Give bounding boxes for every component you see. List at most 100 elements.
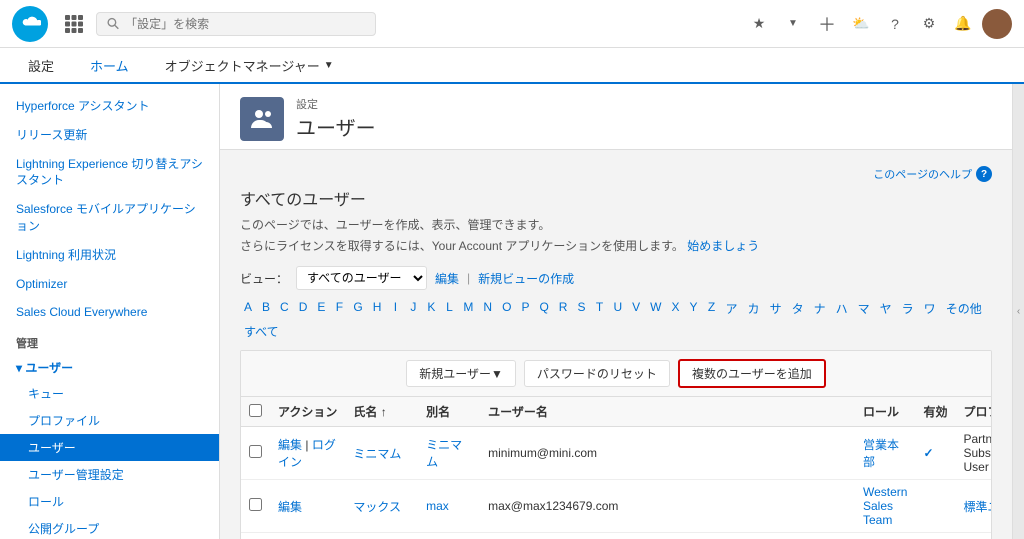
sub-nav-object-manager[interactable]: オブジェクトマネージャー ▼ xyxy=(149,48,350,84)
add-multiple-users-button[interactable]: 複数のユーザーを追加 xyxy=(678,359,826,388)
alpha-letter[interactable]: ワ xyxy=(920,298,940,319)
sidebar-item-hyperforce[interactable]: Hyperforce アシスタント xyxy=(0,92,219,121)
sidebar-child-users[interactable]: ユーザー xyxy=(0,434,219,461)
help-icon[interactable]: ? xyxy=(880,9,910,39)
row-checkbox[interactable] xyxy=(249,498,262,511)
row-name: ミニマム xyxy=(345,427,418,480)
action-link[interactable]: 編集 xyxy=(278,500,302,514)
alpha-letter[interactable]: ハ xyxy=(832,298,852,319)
alpha-letter[interactable]: O xyxy=(498,298,515,319)
alpha-letter[interactable]: V xyxy=(628,298,644,319)
notifications-icon[interactable]: 🔔 xyxy=(948,9,978,39)
sidebar-child-user-mgmt[interactable]: ユーザー管理設定 xyxy=(0,461,219,488)
alpha-letter[interactable]: サ xyxy=(766,298,786,319)
start-link[interactable]: 始めましょう xyxy=(687,239,759,253)
view-select[interactable]: すべてのユーザー xyxy=(296,266,427,290)
profile-link[interactable]: 標準ユーザー xyxy=(963,500,992,514)
row-action[interactable]: 編集 xyxy=(270,533,345,539)
alias-link[interactable]: max xyxy=(426,499,449,513)
alpha-letter[interactable]: K xyxy=(423,298,439,319)
alpha-letter[interactable]: J xyxy=(405,298,421,319)
alpha-letter[interactable]: H xyxy=(369,298,386,319)
salesforce-logo[interactable] xyxy=(12,6,48,42)
search-input[interactable] xyxy=(125,17,365,31)
row-action[interactable]: 編集 | ログイン xyxy=(270,427,345,480)
row-role: 営業本部 xyxy=(855,427,915,480)
alpha-letter[interactable]: B xyxy=(258,298,274,319)
alpha-letter[interactable]: G xyxy=(349,298,366,319)
sidebar-item-release[interactable]: リリース更新 xyxy=(0,121,219,150)
settings-icon[interactable]: ⚙ xyxy=(914,9,944,39)
alpha-letter[interactable]: X xyxy=(668,298,684,319)
row-action[interactable]: 編集 xyxy=(270,480,345,533)
favorites-icon[interactable]: ★ xyxy=(744,9,774,39)
sidebar-child-queue[interactable]: キュー xyxy=(0,380,219,407)
alpha-letter[interactable]: P xyxy=(517,298,533,319)
sidebar-child-groups[interactable]: 公開グループ xyxy=(0,515,219,539)
alpha-letter[interactable]: C xyxy=(276,298,293,319)
alpha-letter[interactable]: すべて xyxy=(240,321,283,342)
row-username: insightssecurity@00d2w00000ri8snea1.com xyxy=(480,533,855,539)
alpha-letter[interactable]: Z xyxy=(704,298,720,319)
alpha-letter[interactable]: U xyxy=(609,298,626,319)
alpha-letter[interactable]: E xyxy=(313,298,329,319)
global-search-bar[interactable] xyxy=(96,12,376,36)
alpha-letter[interactable]: T xyxy=(591,298,607,319)
user-avatar[interactable] xyxy=(982,9,1012,39)
name-link[interactable]: ミニマム xyxy=(353,447,401,461)
alpha-letter[interactable]: ナ xyxy=(810,298,830,319)
select-all-checkbox[interactable] xyxy=(249,404,262,417)
role-link[interactable]: Western Sales Team xyxy=(863,485,907,527)
new-user-button[interactable]: 新規ユーザー▼ xyxy=(406,360,516,387)
row-username: max@max1234679.com xyxy=(480,480,855,533)
alpha-letter[interactable]: Y xyxy=(686,298,702,319)
alpha-letter[interactable]: ラ xyxy=(898,298,918,319)
sidebar-item-sales-cloud[interactable]: Sales Cloud Everywhere xyxy=(0,298,219,327)
sidebar: Hyperforce アシスタント リリース更新 Lightning Exper… xyxy=(0,84,220,539)
header-name: 氏名 ↑ xyxy=(345,397,418,427)
alpha-letter[interactable]: N xyxy=(479,298,496,319)
sidebar-child-profile[interactable]: プロファイル xyxy=(0,407,219,434)
search-icon xyxy=(107,17,119,30)
page-help-link[interactable]: このページのヘルプ xyxy=(873,166,972,182)
name-link[interactable]: マックス xyxy=(353,500,401,514)
alpha-letter[interactable]: Q xyxy=(535,298,552,319)
alpha-letter[interactable]: L xyxy=(441,298,457,319)
alpha-letter[interactable]: S xyxy=(573,298,589,319)
edit-view-link[interactable]: 編集 xyxy=(435,270,459,287)
row-checkbox[interactable] xyxy=(249,445,262,458)
alpha-letter[interactable]: I xyxy=(387,298,403,319)
role-link[interactable]: 営業本部 xyxy=(863,438,899,469)
sub-nav-home[interactable]: ホーム xyxy=(74,48,145,84)
alpha-letter[interactable]: M xyxy=(459,298,477,319)
help-circle-icon[interactable]: ? xyxy=(976,166,992,182)
alias-link[interactable]: ミニマム xyxy=(426,438,462,469)
alpha-letter[interactable]: F xyxy=(331,298,347,319)
add-icon[interactable]: ＋ xyxy=(812,9,842,39)
alpha-letter[interactable]: その他 xyxy=(942,298,986,319)
alpha-letter[interactable]: ア xyxy=(722,298,742,319)
alpha-letter[interactable]: ヤ xyxy=(876,298,896,319)
view-bar: ビュー： すべてのユーザー 編集 | 新規ビューの作成 xyxy=(240,266,992,290)
cloud-icon[interactable]: ⛅ xyxy=(846,9,876,39)
new-view-link[interactable]: 新規ビューの作成 xyxy=(478,270,574,287)
sidebar-item-optimizer[interactable]: Optimizer xyxy=(0,270,219,299)
sidebar-child-roles[interactable]: ロール xyxy=(0,488,219,515)
sidebar-group-users[interactable]: ▾ ユーザー xyxy=(0,355,219,380)
alpha-letter[interactable]: W xyxy=(646,298,665,319)
alpha-letter[interactable]: カ xyxy=(744,298,764,319)
sidebar-item-mobile[interactable]: Salesforce モバイルアプリケーション xyxy=(0,195,219,241)
sidebar-item-lightning-switch[interactable]: Lightning Experience 切り替えアシスタント xyxy=(0,150,219,196)
alpha-letter[interactable]: D xyxy=(295,298,312,319)
app-launcher-button[interactable] xyxy=(60,10,88,38)
alpha-letter[interactable]: R xyxy=(555,298,572,319)
sidebar-item-lightning-usage[interactable]: Lightning 利用状況 xyxy=(0,241,219,270)
sub-nav-setup[interactable]: 設定 xyxy=(12,48,70,84)
reset-password-button[interactable]: パスワードのリセット xyxy=(524,360,670,387)
action-link[interactable]: 編集 xyxy=(278,438,302,452)
favorites-dropdown-icon[interactable]: ▼ xyxy=(778,9,808,39)
alpha-letter[interactable]: マ xyxy=(854,298,874,319)
right-collapse-handle[interactable]: ‹ xyxy=(1012,84,1024,539)
alpha-letter[interactable]: タ xyxy=(788,298,808,319)
alpha-letter[interactable]: A xyxy=(240,298,256,319)
